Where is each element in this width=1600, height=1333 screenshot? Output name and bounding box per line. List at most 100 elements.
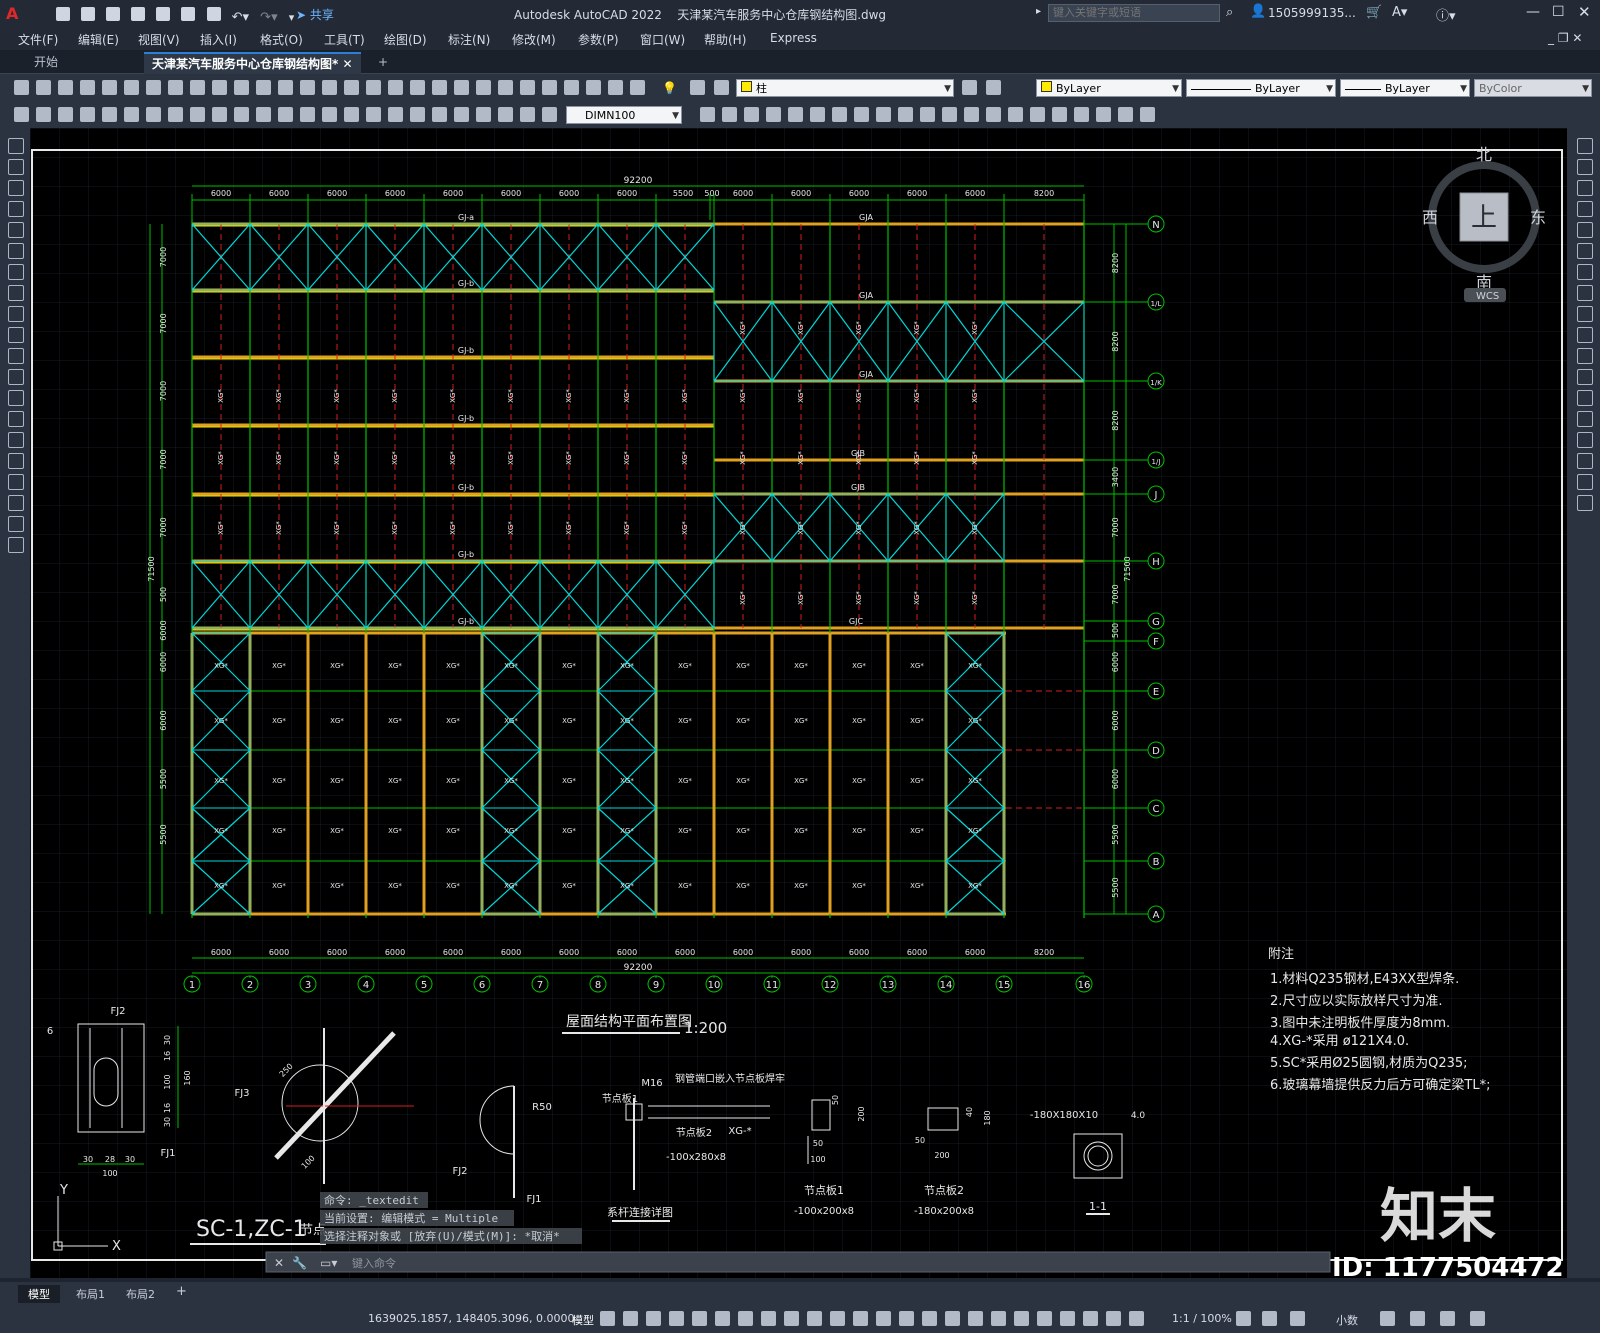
dim-tool-icon-29[interactable] [766,107,781,122]
dim-tool-icon-39[interactable] [986,107,1001,122]
dim-tool-icon-22[interactable] [476,107,491,122]
dim-tool-icon-44[interactable] [1096,107,1111,122]
draw-tool-icon-9[interactable] [8,306,24,322]
draw-tool-icon-11[interactable] [8,348,24,364]
autocad-logo-icon[interactable]: A [6,4,24,24]
dim-tool-icon-12[interactable] [256,107,271,122]
dim-tool-icon-41[interactable] [1030,107,1045,122]
dim-tool-icon-20[interactable] [432,107,447,122]
status-toggle-icon-3[interactable] [646,1311,661,1326]
add-layout-button[interactable]: + [176,1284,187,1299]
modify-tool-icon-16[interactable] [1577,453,1593,469]
maximize-button[interactable]: ☐ [1552,4,1565,20]
status-toggle-icon-15[interactable] [922,1311,937,1326]
standard-tool-icon-7[interactable] [146,80,161,95]
draw-tool-icon-6[interactable] [8,243,24,259]
modify-tool-icon-11[interactable] [1577,348,1593,364]
standard-tool-icon-33[interactable] [962,80,977,95]
draw-tool-icon-13[interactable] [8,390,24,406]
tab-drawing[interactable]: 天津某汽车服务中心仓库钢结构图* ✕ [144,52,361,74]
draw-tool-icon-12[interactable] [8,369,24,385]
status-right-icon-1[interactable] [1236,1311,1251,1326]
status-toggle-icon-2[interactable] [623,1311,638,1326]
search-input[interactable] [1048,4,1220,22]
dim-tool-icon-33[interactable] [854,107,869,122]
draw-tool-icon-18[interactable] [8,495,24,511]
dim-tool-icon-36[interactable] [920,107,935,122]
layer-dropdown[interactable]: 柱 ▼ [736,79,954,97]
cmd-recent-icon[interactable]: ▭▾ [320,1256,337,1270]
dim-tool-icon-35[interactable] [898,107,913,122]
lineweight-dropdown[interactable]: ByLayer ▼ [1340,79,1470,97]
tab-model[interactable]: 模型 [18,1285,60,1303]
draw-tool-icon-19[interactable] [8,516,24,532]
dim-tool-icon-31[interactable] [810,107,825,122]
modify-tool-icon-3[interactable] [1577,180,1593,196]
standard-tool-icon-21[interactable] [454,80,469,95]
status-right-icon-4[interactable] [1380,1311,1395,1326]
dim-tool-icon-5[interactable] [102,107,117,122]
dim-tool-icon-37[interactable] [942,107,957,122]
dim-tool-icon-2[interactable] [36,107,51,122]
model-space-button[interactable]: 模型 [572,1312,594,1328]
cart-icon[interactable]: 🛒 [1366,5,1382,20]
standard-tool-icon-25[interactable] [542,80,557,95]
status-toggle-icon-16[interactable] [945,1311,960,1326]
drawing-canvas[interactable]: XG* XG* XG* XG* XG* XG* XG* XG* XG* XG* XG* XG* XG* X… [30,128,1567,1278]
status-toggle-icon-20[interactable] [1037,1311,1052,1326]
menu-edit[interactable]: 编辑(E) [78,31,119,48]
standard-tool-icon-28[interactable] [608,80,623,95]
modify-tool-icon-8[interactable] [1577,285,1593,301]
status-toggle-icon-14[interactable] [899,1311,914,1326]
drawing-svg[interactable]: XG* XG* XG* XG* XG* XG* XG* XG* XG* XG* XG* XG* XG* X… [30,128,1567,1278]
dim-tool-icon-34[interactable] [876,107,891,122]
share-button[interactable]: ➤ 共享 [296,6,334,23]
linetype-dropdown[interactable]: ByLayer ▼ [1186,79,1336,97]
redo-icon[interactable]: ↷▾ [260,10,277,25]
menu-dimension[interactable]: 标注(N) [448,31,490,48]
status-toggle-icon-10[interactable] [807,1311,822,1326]
dim-tool-icon-13[interactable] [278,107,293,122]
tab-start[interactable]: 开始 [26,52,66,72]
new-tab-button[interactable]: + [370,52,396,72]
new-icon[interactable] [56,7,70,21]
menu-express[interactable]: Express [770,31,817,45]
save-icon[interactable] [106,7,121,21]
menu-tools[interactable]: 工具(T) [324,31,365,48]
modify-tool-icon-2[interactable] [1577,159,1593,175]
draw-tool-icon-16[interactable] [8,453,24,469]
dim-tool-icon-6[interactable] [124,107,139,122]
draw-tool-icon-3[interactable] [8,180,24,196]
dim-tool-icon-26[interactable] [700,107,715,122]
save-web-icon[interactable] [181,7,196,21]
search-icon[interactable]: ⌕ [1226,5,1233,20]
modify-tool-icon-9[interactable] [1577,306,1593,322]
modify-tool-icon-6[interactable] [1577,243,1593,259]
modify-tool-icon-1[interactable] [1577,138,1593,154]
dim-tool-icon-16[interactable] [344,107,359,122]
standard-tool-icon-19[interactable] [410,80,425,95]
customize-icon[interactable]: ▾ [289,11,295,24]
standard-tool-icon-5[interactable] [102,80,117,95]
dim-tool-icon-14[interactable] [300,107,315,122]
standard-tool-icon-13[interactable] [278,80,293,95]
standard-tool-icon-6[interactable] [124,80,139,95]
menu-window[interactable]: 窗口(W) [640,31,685,48]
tab-close-icon[interactable]: ✕ [342,57,352,71]
standard-tool-icon-26[interactable] [564,80,579,95]
dim-tool-icon-45[interactable] [1118,107,1133,122]
tab-layout1[interactable]: 布局1 [70,1285,111,1303]
dim-tool-icon-15[interactable] [322,107,337,122]
dim-tool-icon-24[interactable] [520,107,535,122]
dim-tool-icon-42[interactable] [1052,107,1067,122]
menu-view[interactable]: 视图(V) [138,31,180,48]
dim-tool-icon-46[interactable] [1140,107,1155,122]
close-button[interactable]: ✕ [1578,3,1591,21]
cmd-customize-icon[interactable]: 🔧 [292,1255,307,1270]
units-dropdown[interactable]: 小数 [1336,1312,1358,1328]
standard-tool-icon-8[interactable] [168,80,183,95]
draw-tool-icon-20[interactable] [8,537,24,553]
dim-tool-icon-38[interactable] [964,107,979,122]
standard-tool-icon-34[interactable] [986,80,1001,95]
standard-tool-icon-29[interactable] [630,80,645,95]
